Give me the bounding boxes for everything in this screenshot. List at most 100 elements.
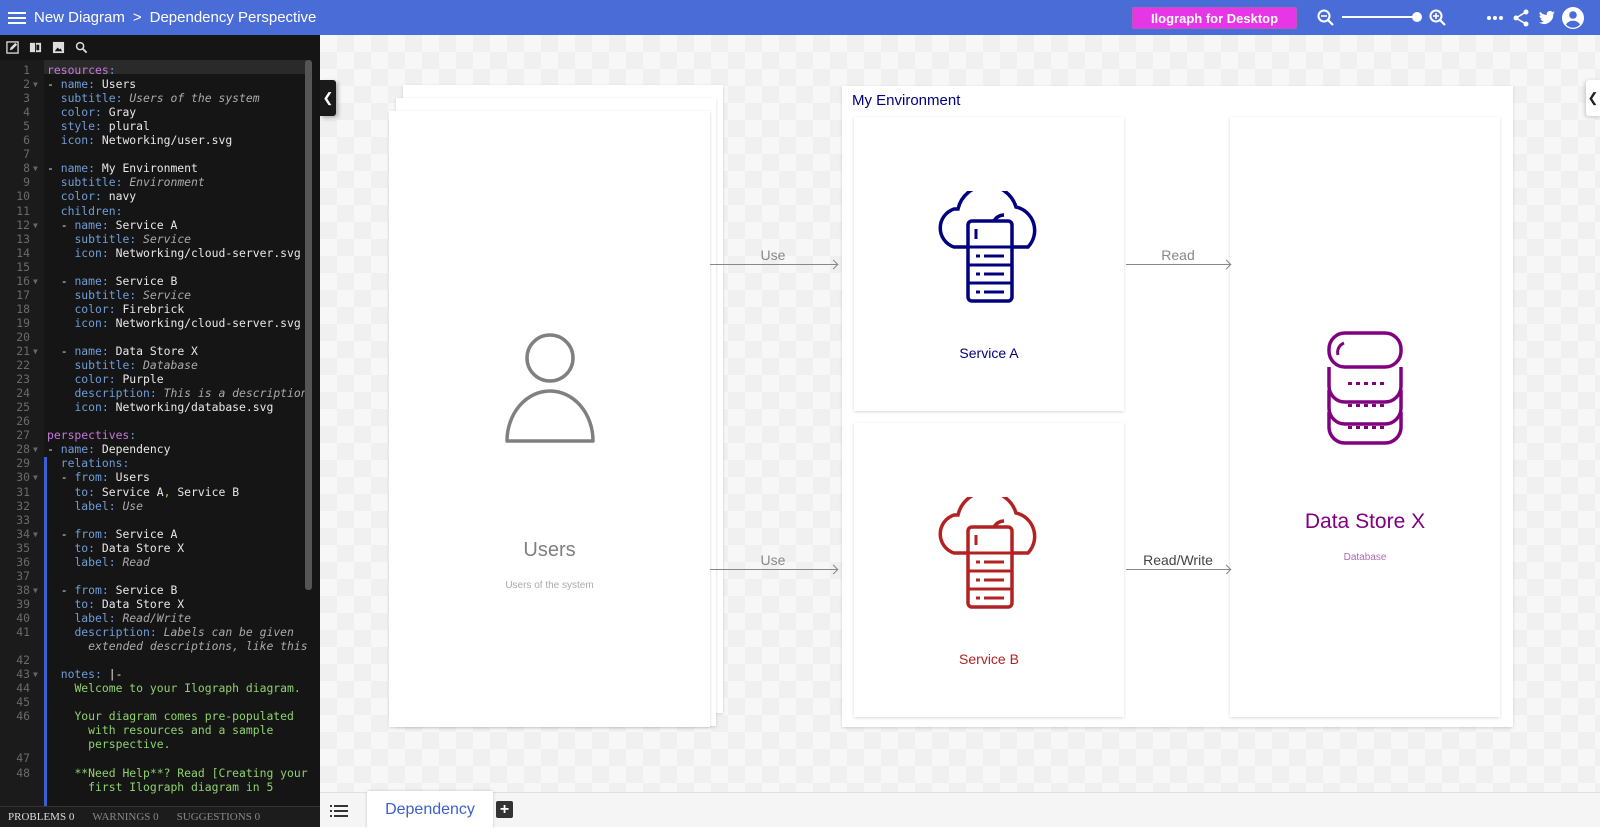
account-icon[interactable]	[1561, 6, 1585, 30]
relation-label: Use	[760, 552, 786, 568]
zoom-slider-handle[interactable]	[1412, 12, 1422, 22]
code-line[interactable]: icon: Networking/database.svg	[47, 400, 273, 414]
relation-label: Read/Write	[1143, 552, 1213, 568]
line-number: 5	[23, 119, 30, 134]
menu-icon[interactable]	[8, 9, 26, 25]
code-line[interactable]: subtitle: Service	[47, 232, 191, 246]
code-line[interactable]: subtitle: Environment	[47, 175, 205, 189]
editor-scrollbar[interactable]	[305, 60, 312, 590]
code-line[interactable]: subtitle: Database	[47, 358, 197, 372]
code-line[interactable]: label: Use	[47, 499, 143, 513]
resource-data-store-x[interactable]: Data Store X Database	[1230, 117, 1500, 717]
code-line[interactable]: Your diagram comes pre-populated	[47, 709, 293, 723]
line-number: 45	[16, 695, 30, 710]
code-line[interactable]: extended descriptions, like this	[47, 639, 307, 653]
code-line[interactable]: to: Data Store X	[47, 541, 184, 555]
code-line[interactable]: color: Firebrick	[47, 302, 184, 316]
relation-users-service-a[interactable]	[710, 264, 837, 265]
cloud-server-icon	[938, 191, 1037, 303]
code-line[interactable]: icon: Networking/cloud-server.svg	[47, 316, 300, 330]
breadcrumb-diagram[interactable]: New Diagram	[34, 9, 125, 26]
fold-arrow-icon[interactable]: ▼	[33, 530, 38, 539]
add-perspective-button[interactable]: +	[496, 801, 513, 818]
line-number: 33	[16, 512, 30, 527]
code-line[interactable]: Welcome to your Ilograph diagram.	[47, 681, 300, 695]
code-line[interactable]: notes: |-	[47, 667, 123, 681]
more-icon[interactable]	[1485, 8, 1505, 28]
search-icon[interactable]	[75, 41, 88, 54]
collapse-editor-button[interactable]: ❮	[320, 80, 336, 116]
code-line[interactable]: icon: Networking/user.svg	[47, 133, 232, 147]
code-line[interactable]: description: Labels can be given	[47, 625, 293, 639]
resource-my-environment[interactable]: My Environment Service A Service B Data …	[842, 86, 1513, 727]
code-line[interactable]: label: Read	[47, 555, 149, 569]
code-line[interactable]: label: Read/Write	[47, 611, 191, 625]
code-line[interactable]: - name: Service B	[47, 274, 178, 288]
suggestions-count[interactable]: SUGGESTIONS 0	[177, 811, 260, 823]
line-number: 15	[16, 259, 30, 274]
line-number: 25	[16, 400, 30, 415]
code-line[interactable]: color: Purple	[47, 372, 163, 386]
fold-arrow-icon[interactable]: ▼	[33, 445, 38, 454]
code-line[interactable]: to: Service A, Service B	[47, 485, 239, 499]
twitter-icon[interactable]	[1537, 8, 1557, 28]
line-number: 29	[16, 456, 30, 471]
fold-arrow-icon[interactable]: ▼	[33, 670, 38, 679]
book-icon[interactable]	[29, 41, 42, 54]
share-icon[interactable]	[1511, 8, 1531, 28]
fold-arrow-icon[interactable]: ▼	[33, 221, 38, 230]
code-line[interactable]: subtitle: Users of the system	[47, 91, 260, 105]
code-line[interactable]: children:	[47, 204, 123, 218]
resource-service-a[interactable]: Service A	[854, 117, 1124, 411]
diagram-canvas[interactable]: ❮ ❮ Users Users of the system My Environ…	[320, 35, 1600, 792]
fold-arrow-icon[interactable]: ▼	[33, 347, 38, 356]
relation-service-a-data-store[interactable]	[1126, 264, 1230, 265]
problems-count[interactable]: PROBLEMS 0	[8, 811, 74, 823]
relation-service-b-data-store[interactable]	[1126, 569, 1230, 570]
code-line[interactable]: description: This is a description	[47, 386, 307, 400]
image-icon[interactable]	[52, 41, 65, 54]
code-line[interactable]: - name: Users	[47, 77, 136, 91]
code-area[interactable]: 1 2 ▼ 3 4 5 6 7 8 ▼ 9 10 11 12 ▼ 13 14 15 16 ▼ 17 18 19 20 21 ▼ 22…	[0, 60, 320, 806]
code-line[interactable]: to: Data Store X	[47, 597, 184, 611]
resource-service-b[interactable]: Service B	[854, 423, 1124, 717]
code-line[interactable]: **Need Help**? Read [Creating your	[47, 766, 307, 780]
code-line[interactable]: - from: Users	[47, 470, 150, 484]
relation-users-service-b[interactable]	[710, 569, 837, 570]
code-line[interactable]: perspective.	[47, 737, 170, 751]
code-line[interactable]: color: navy	[47, 189, 136, 203]
code-line[interactable]: - name: My Environment	[47, 161, 198, 175]
fold-arrow-icon[interactable]: ▼	[33, 277, 38, 286]
resource-users[interactable]: Users Users of the system	[389, 111, 710, 727]
list-icon[interactable]	[330, 802, 348, 818]
zoom-in-icon[interactable]	[1428, 8, 1448, 28]
fold-arrow-icon[interactable]: ▼	[33, 473, 38, 482]
line-number: 24	[16, 386, 30, 401]
fold-arrow-icon[interactable]: ▼	[33, 80, 38, 89]
code-line[interactable]: - name: Service A	[47, 218, 178, 232]
code-line[interactable]: resources:	[47, 63, 116, 77]
ilograph-desktop-button[interactable]: Ilograph for Desktop	[1132, 7, 1297, 29]
line-number: 28	[16, 442, 30, 457]
zoom-out-icon[interactable]	[1316, 8, 1336, 28]
fold-arrow-icon[interactable]: ▼	[33, 586, 38, 595]
code-line[interactable]: with resources and a sample	[47, 723, 273, 737]
zoom-slider[interactable]	[1342, 16, 1420, 18]
tab-dependency[interactable]: Dependency	[367, 791, 493, 828]
code-line[interactable]: perspectives:	[47, 428, 136, 442]
code-line[interactable]: relations:	[47, 456, 130, 470]
code-line[interactable]: subtitle: Service	[47, 288, 191, 302]
code-line[interactable]: - name: Dependency	[47, 442, 170, 456]
code-line[interactable]: - name: Data Store X	[47, 344, 198, 358]
code-line[interactable]: - from: Service A	[47, 527, 178, 541]
code-line[interactable]: icon: Networking/cloud-server.svg	[47, 246, 300, 260]
warnings-count[interactable]: WARNINGS 0	[92, 811, 158, 823]
edit-icon[interactable]	[6, 41, 19, 54]
line-number: 9	[23, 175, 30, 190]
code-line[interactable]: first Ilograph diagram in 5	[47, 780, 273, 794]
code-line[interactable]: color: Gray	[47, 105, 136, 119]
code-line[interactable]: style: plural	[47, 119, 150, 133]
code-line[interactable]: - from: Service B	[47, 583, 178, 597]
fold-arrow-icon[interactable]: ▼	[33, 164, 38, 173]
expand-sidebar-button[interactable]: ❮	[1586, 80, 1600, 116]
